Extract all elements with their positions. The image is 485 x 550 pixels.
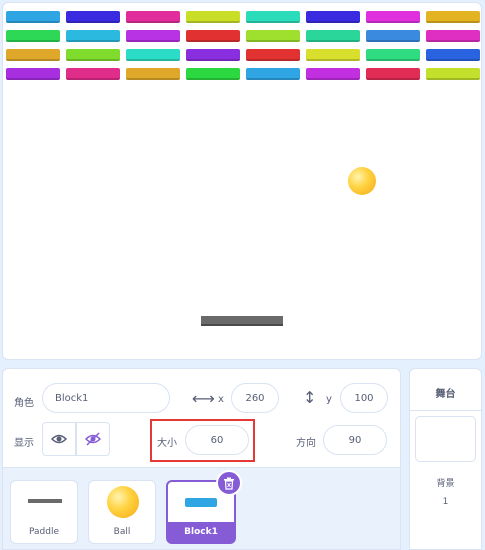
brick (126, 11, 180, 23)
direction-input[interactable]: 90 (323, 425, 387, 455)
brick (66, 68, 120, 80)
brick (426, 68, 480, 80)
brick (426, 11, 480, 23)
brick (366, 11, 420, 23)
brick (246, 11, 300, 23)
size-label: 大小 (157, 438, 177, 449)
brick (66, 30, 120, 42)
show-label: 显示 (14, 438, 34, 449)
y-position-value: 100 (354, 392, 374, 404)
y-label: y (326, 394, 332, 405)
x-label: x (218, 394, 224, 405)
brick (6, 68, 60, 80)
brick (186, 11, 240, 23)
size-value: 60 (210, 434, 224, 446)
ball-thumbnail (107, 486, 139, 518)
sprite-name-label: Paddle (28, 527, 59, 537)
brick (126, 30, 180, 42)
brick (126, 68, 180, 80)
brick (426, 30, 480, 42)
stage-panel-title: 舞台 (435, 389, 456, 400)
brick (366, 49, 420, 61)
brick (246, 30, 300, 42)
direction-label: 方向 (296, 438, 316, 449)
brick (6, 30, 60, 42)
brick (186, 49, 240, 61)
ball-sprite[interactable] (348, 167, 376, 195)
brick (306, 11, 360, 23)
sprite-name-label: Block1 (168, 522, 234, 542)
brick (306, 68, 360, 80)
brick (306, 30, 360, 42)
brick (66, 49, 120, 61)
brick (246, 49, 300, 61)
sprite-name-label: Ball (113, 527, 131, 537)
hide-sprite-button[interactable] (76, 422, 110, 456)
sprite-tile-paddle[interactable]: Paddle (10, 480, 78, 544)
block1-thumbnail (185, 498, 217, 507)
brick (6, 11, 60, 23)
backdrop-thumbnail[interactable] (415, 416, 476, 462)
brick (6, 49, 60, 61)
brick (366, 68, 420, 80)
stage-target-panel[interactable]: 舞台 背景 1 (409, 368, 482, 550)
brick (306, 49, 360, 61)
trash-icon (224, 477, 234, 490)
paddle-sprite[interactable] (201, 316, 283, 326)
paddle-thumbnail (28, 499, 62, 503)
backdrops-label: 背景 (436, 479, 455, 489)
sprite-label: 角色 (14, 398, 34, 409)
backdrops-count: 1 (442, 497, 449, 507)
vertical-arrow-icon: ↕ (303, 388, 317, 407)
size-input[interactable]: 60 (185, 425, 249, 455)
brick (186, 30, 240, 42)
brick (426, 49, 480, 61)
brick (246, 68, 300, 80)
y-position-input[interactable]: 100 (340, 383, 388, 413)
sprite-name-input[interactable]: Block1 (42, 383, 170, 413)
eye-slash-icon (85, 432, 101, 446)
x-position-input[interactable]: 260 (231, 383, 279, 413)
delete-sprite-button[interactable] (216, 470, 242, 496)
brick (66, 11, 120, 23)
stage-canvas[interactable] (2, 2, 482, 360)
sprite-tile-ball[interactable]: Ball (88, 480, 156, 544)
horizontal-arrow-icon: ⟷ (192, 389, 215, 408)
direction-value: 90 (348, 434, 362, 446)
brick (366, 30, 420, 42)
brick (126, 49, 180, 61)
eye-icon (51, 434, 67, 444)
show-sprite-button[interactable] (42, 422, 76, 456)
brick (186, 68, 240, 80)
sprite-name-value: Block1 (55, 392, 89, 404)
x-position-value: 260 (245, 392, 265, 404)
